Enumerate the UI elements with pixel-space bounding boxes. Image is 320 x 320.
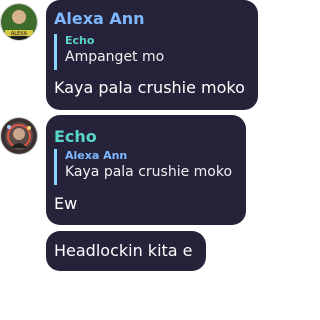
- avatar-alexa-image: ALEXA: [1, 4, 37, 40]
- message-text-echo: Ew: [54, 194, 78, 213]
- reply-sender-name: Alexa Ann: [65, 149, 128, 162]
- reply-preview-echo[interactable]: Alexa Ann Kaya pala crushie moko: [54, 149, 238, 185]
- reply-text: Kaya pala crushie moko: [65, 164, 233, 180]
- avatar-echo-image: [1, 118, 37, 154]
- message-text-alexa: Kaya pala crushie moko: [54, 78, 245, 97]
- message-bubble-alexa[interactable]: Alexa Ann Echo Ampanget mo Kaya pala cru…: [46, 0, 258, 110]
- message-bubble-echo[interactable]: Echo Alexa Ann Kaya pala crushie moko Ew: [46, 115, 246, 225]
- avatar-echo[interactable]: [0, 117, 38, 155]
- message-text-echo-followup: Headlockin kita e: [54, 241, 193, 260]
- sender-name-echo[interactable]: Echo: [54, 127, 97, 147]
- sender-name-alexa[interactable]: Alexa Ann: [54, 9, 145, 29]
- reply-text: Ampanget mo: [65, 49, 165, 65]
- reply-sender-name: Echo: [65, 34, 95, 47]
- reply-preview-alexa[interactable]: Echo Ampanget mo: [54, 34, 234, 70]
- avatar-alexa-ann[interactable]: ALEXA: [0, 3, 38, 41]
- message-bubble-echo-followup[interactable]: Headlockin kita e: [46, 231, 206, 271]
- avatar-alexa-label: ALEXA: [11, 31, 28, 37]
